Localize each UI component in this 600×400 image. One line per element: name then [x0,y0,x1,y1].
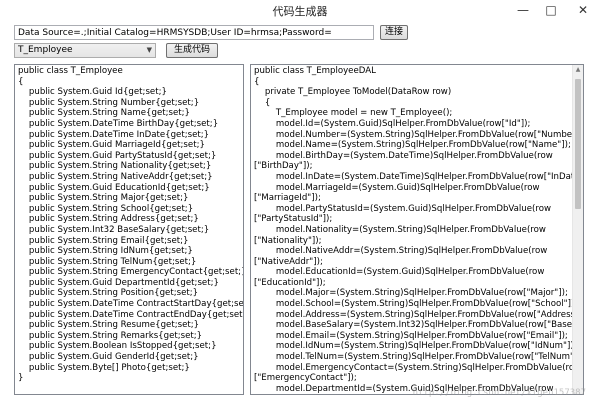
connection-string-input[interactable]: Data Source=.;Initial Catalog=HRMSYSDB;U… [14,25,374,40]
maximize-icon[interactable]: □ [536,0,566,20]
model-code-text: public class T_Employee { public System.… [18,66,244,384]
client-area: Data Source=.;Initial Catalog=HRMSYSDB;U… [6,22,594,400]
watermark-text: http://blog.csdn.net/xlgen157387 [412,388,586,398]
scroll-up-icon[interactable]: ▲ [573,66,583,73]
generate-code-button[interactable]: 生成代码 [166,43,218,58]
close-icon[interactable]: ✕ [570,0,596,20]
chevron-down-icon: ▼ [146,46,152,54]
minimize-icon[interactable]: — [508,0,538,20]
code-generator-window: 代码生成器 — □ ✕ Data Source=.;Initial Catalo… [0,0,600,400]
table-select-value: T_Employee [18,45,73,55]
vertical-scrollbar[interactable]: ▲ [572,65,583,394]
model-code-textarea[interactable]: public class T_Employee { public System.… [14,64,244,395]
table-select[interactable]: T_Employee ▼ [14,43,156,58]
connect-button[interactable]: 连接 [380,25,408,40]
scrollbar-thumb[interactable] [575,79,581,209]
dal-code-text: public class T_EmployeeDAL { private T_E… [254,66,584,394]
title-bar: 代码生成器 — □ ✕ [0,0,600,22]
dal-code-textarea[interactable]: public class T_EmployeeDAL { private T_E… [250,64,584,395]
